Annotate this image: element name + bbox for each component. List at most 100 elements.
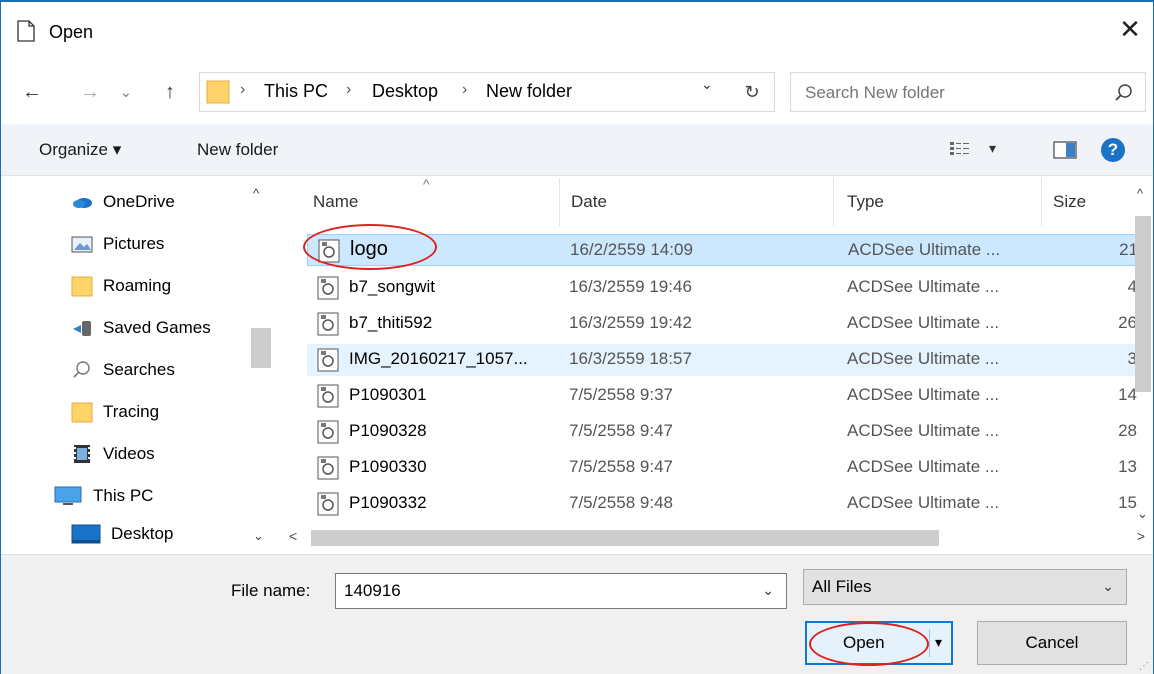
sidebar-item-label: Tracing bbox=[103, 402, 160, 421]
sidebar-item-pictures[interactable]: Pictures bbox=[71, 224, 164, 264]
table-row[interactable]: P1090301 7/5/2558 9:37 ACDSee Ultimate .… bbox=[307, 380, 1141, 412]
image-file-icon bbox=[317, 276, 339, 300]
file-date: 16/3/2559 19:46 bbox=[569, 277, 692, 296]
back-arrow-icon: ← bbox=[22, 80, 42, 103]
file-size: 21 bbox=[1119, 240, 1138, 259]
sidebar-item-saved-games[interactable]: Saved Games bbox=[71, 308, 211, 348]
sidebar-item-tracing[interactable]: Tracing bbox=[71, 392, 159, 432]
table-row[interactable]: logo 16/2/2559 14:09 ACDSee Ultimate ...… bbox=[307, 234, 1141, 266]
address-bar[interactable]: › This PC › Desktop › New folder bbox=[199, 72, 775, 112]
list-scroll-down-icon[interactable]: ⌄ bbox=[1137, 506, 1148, 522]
view-list-icon bbox=[950, 142, 969, 155]
search-input[interactable] bbox=[805, 81, 1095, 105]
search-icon bbox=[73, 361, 90, 378]
cancel-button-label: Cancel bbox=[1025, 633, 1079, 652]
file-name-value: 140916 bbox=[344, 581, 401, 600]
open-button[interactable]: Open ▾ bbox=[805, 621, 953, 665]
file-name-field[interactable]: 140916 ⌄ bbox=[335, 573, 787, 609]
file-name: b7_songwit bbox=[349, 277, 436, 296]
scroll-right-icon[interactable]: > bbox=[1137, 528, 1145, 544]
file-size: 28 bbox=[1118, 421, 1137, 440]
resize-grip-icon[interactable]: ⋰ bbox=[1139, 661, 1149, 672]
file-size: 14 bbox=[1118, 385, 1137, 404]
file-size: 15 bbox=[1118, 493, 1137, 512]
list-scrollbar-thumb[interactable] bbox=[1135, 216, 1151, 392]
sidebar-scrollbar-thumb[interactable] bbox=[251, 328, 271, 368]
image-file-icon bbox=[317, 348, 339, 372]
breadcrumb-separator: › bbox=[240, 81, 246, 98]
file-type: ACDSee Ultimate ... bbox=[847, 457, 1000, 476]
open-options-dropdown-icon[interactable]: ▾ bbox=[935, 634, 942, 651]
breadcrumb-new-folder[interactable]: New folder bbox=[486, 81, 572, 102]
command-toolbar: Organize ▾ New folder ▾ ? bbox=[1, 124, 1153, 176]
file-type: ACDSee Ultimate ... bbox=[848, 240, 1001, 259]
file-size: 3 bbox=[1127, 349, 1137, 368]
title-bar: Open ✕ bbox=[1, 2, 1153, 66]
forward-button[interactable]: → bbox=[77, 76, 103, 108]
file-size: 26 bbox=[1118, 313, 1137, 332]
forward-arrow-icon: → bbox=[80, 80, 100, 103]
file-type: ACDSee Ultimate ... bbox=[847, 493, 1000, 512]
table-row[interactable]: IMG_20160217_1057... 16/3/2559 18:57 ACD… bbox=[307, 344, 1141, 376]
column-divider[interactable] bbox=[1041, 178, 1042, 226]
recent-locations-button[interactable]: ⌄ bbox=[115, 76, 137, 108]
organize-button[interactable]: Organize ▾ bbox=[39, 140, 121, 160]
column-header-date[interactable]: Date bbox=[571, 192, 607, 212]
sidebar-scroll-up-icon[interactable]: ^ bbox=[253, 186, 259, 201]
close-icon: ✕ bbox=[1119, 13, 1141, 44]
file-date: 7/5/2558 9:48 bbox=[569, 493, 673, 512]
table-row[interactable]: b7_songwit 16/3/2559 19:46 ACDSee Ultima… bbox=[307, 272, 1141, 304]
chevron-down-icon: ⌄ bbox=[120, 83, 132, 100]
search-box[interactable] bbox=[790, 72, 1146, 112]
sidebar-item-searches[interactable]: Searches bbox=[71, 350, 175, 390]
image-file-icon bbox=[317, 312, 339, 336]
pictures-icon bbox=[71, 236, 93, 253]
file-type: ACDSee Ultimate ... bbox=[847, 349, 1000, 368]
help-button[interactable]: ? bbox=[1101, 138, 1125, 162]
column-header-type[interactable]: Type bbox=[847, 192, 884, 212]
breadcrumb-separator: › bbox=[346, 81, 352, 98]
sidebar-item-onedrive[interactable]: OneDrive bbox=[71, 182, 175, 222]
table-row[interactable]: P1090330 7/5/2558 9:47 ACDSee Ultimate .… bbox=[307, 452, 1141, 484]
close-button[interactable]: ✕ bbox=[1107, 6, 1153, 52]
list-scroll-up-icon[interactable]: ^ bbox=[1137, 186, 1143, 201]
breadcrumb-this-pc[interactable]: This PC bbox=[264, 81, 328, 102]
scroll-left-icon[interactable]: < bbox=[289, 528, 297, 544]
sidebar-item-desktop[interactable]: Desktop bbox=[71, 514, 173, 554]
table-row[interactable]: P1090332 7/5/2558 9:48 ACDSee Ultimate .… bbox=[307, 488, 1141, 520]
file-name: P1090332 bbox=[349, 493, 427, 512]
column-divider[interactable] bbox=[559, 178, 560, 226]
cancel-button[interactable]: Cancel bbox=[977, 621, 1127, 665]
change-view-button[interactable]: ▾ bbox=[949, 140, 996, 163]
file-type: ACDSee Ultimate ... bbox=[847, 313, 1000, 332]
table-row[interactable]: b7_thiti592 16/3/2559 19:42 ACDSee Ultim… bbox=[307, 308, 1141, 340]
back-button[interactable]: ← bbox=[17, 76, 47, 108]
horizontal-scrollbar-thumb[interactable] bbox=[311, 530, 939, 546]
sidebar-item-videos[interactable]: Videos bbox=[71, 434, 155, 474]
image-file-icon bbox=[318, 239, 340, 263]
column-header-name[interactable]: Name bbox=[313, 192, 358, 212]
sidebar-scroll-down-icon[interactable]: ⌄ bbox=[253, 528, 264, 544]
up-arrow-icon: ↑ bbox=[165, 80, 175, 103]
up-button[interactable]: ↑ bbox=[155, 76, 185, 108]
sidebar-item-label: OneDrive bbox=[103, 192, 175, 211]
breadcrumb-desktop[interactable]: Desktop bbox=[372, 81, 438, 102]
sidebar-item-roaming[interactable]: Roaming bbox=[71, 266, 171, 306]
file-name: b7_thiti592 bbox=[349, 313, 433, 332]
sidebar-item-this-pc[interactable]: This PC bbox=[53, 476, 153, 516]
horizontal-scrollbar[interactable]: < > bbox=[287, 524, 1151, 552]
address-dropdown-icon[interactable]: ⌄ bbox=[701, 76, 713, 93]
preview-pane-icon[interactable] bbox=[1053, 140, 1077, 160]
refresh-button[interactable]: ↻ bbox=[729, 72, 775, 112]
file-type-filter-select[interactable]: All Files ⌄ bbox=[803, 569, 1127, 605]
file-name: P1090301 bbox=[349, 385, 427, 404]
file-name: P1090330 bbox=[349, 457, 427, 476]
column-divider[interactable] bbox=[833, 178, 834, 226]
new-folder-button[interactable]: New folder bbox=[197, 140, 278, 160]
file-name: IMG_20160217_1057... bbox=[349, 349, 528, 368]
file-size: 4 bbox=[1127, 277, 1137, 296]
chevron-down-icon[interactable]: ⌄ bbox=[762, 582, 774, 599]
column-header-size[interactable]: Size bbox=[1053, 192, 1086, 212]
table-row[interactable]: P1090328 7/5/2558 9:47 ACDSee Ultimate .… bbox=[307, 416, 1141, 448]
sort-ascending-icon: ^ bbox=[423, 178, 430, 192]
